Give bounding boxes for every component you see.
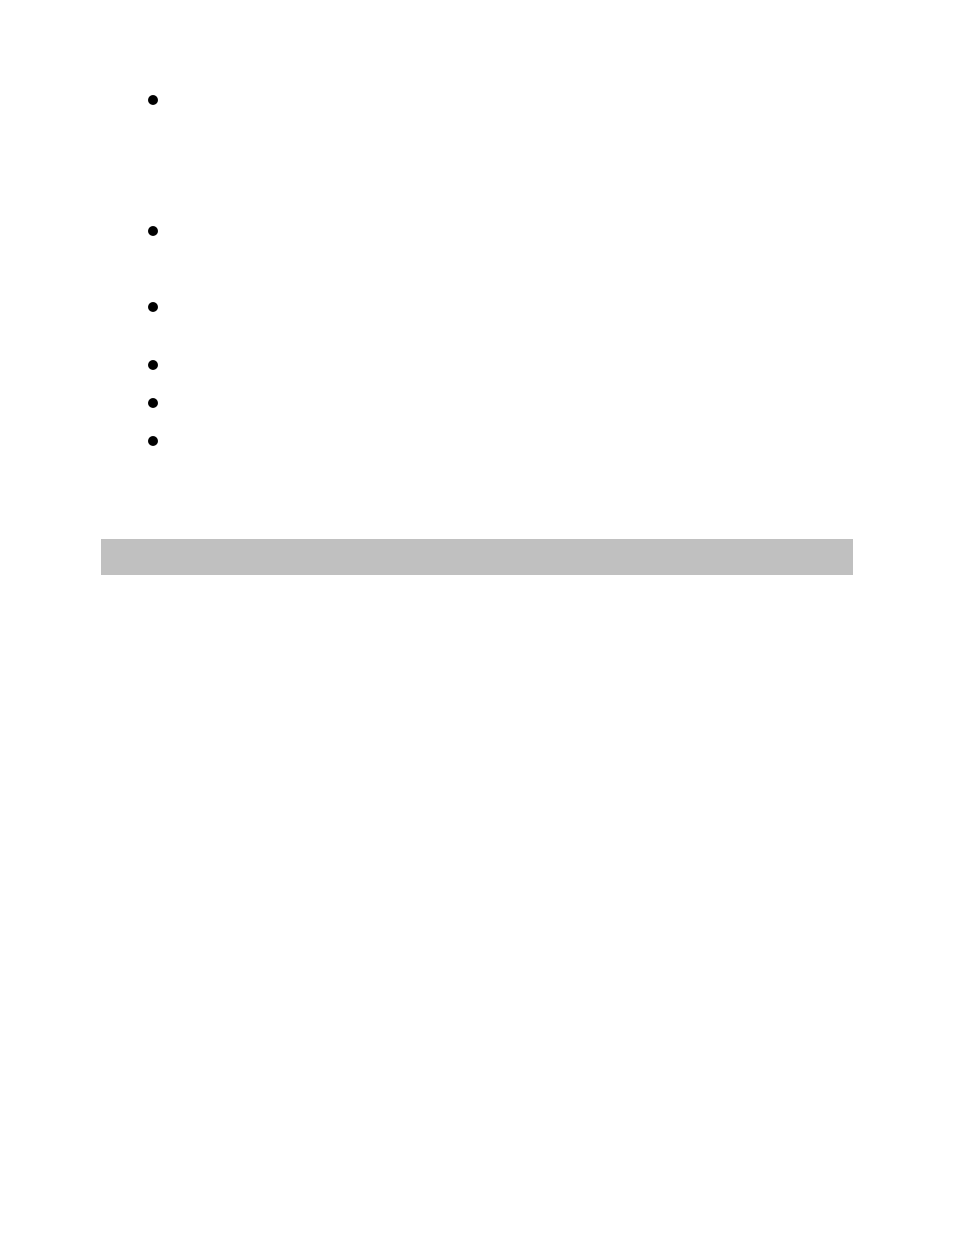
bullet-icon xyxy=(148,95,158,105)
bullet-icon xyxy=(148,436,158,446)
bullet-icon xyxy=(148,398,158,408)
list-item xyxy=(148,360,158,370)
list-item xyxy=(148,302,158,312)
list-item xyxy=(148,436,158,446)
bullet-list xyxy=(148,95,158,446)
list-item xyxy=(148,398,158,408)
list-item xyxy=(148,95,158,105)
list-item xyxy=(148,226,158,236)
bullet-icon xyxy=(148,226,158,236)
divider-bar xyxy=(101,539,853,575)
bullet-icon xyxy=(148,302,158,312)
bullet-icon xyxy=(148,360,158,370)
